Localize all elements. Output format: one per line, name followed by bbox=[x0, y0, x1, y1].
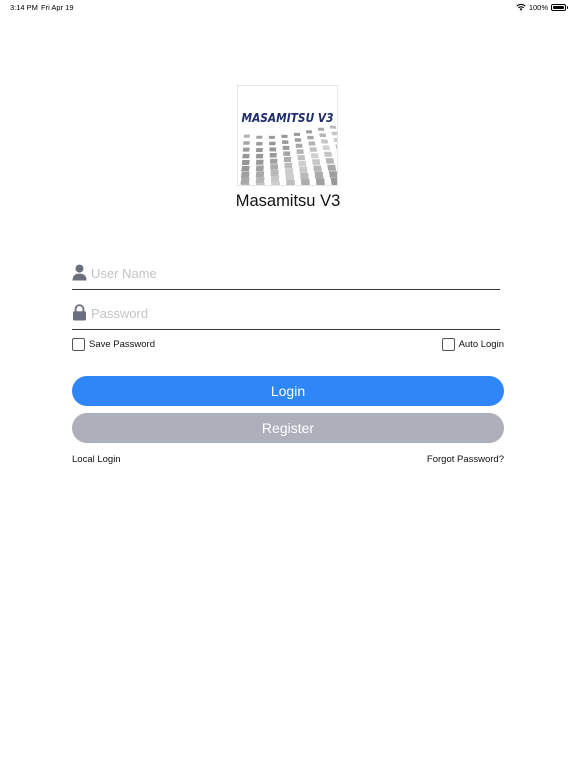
lock-icon bbox=[73, 304, 86, 321]
logo-wave-tile bbox=[298, 160, 307, 167]
logo-wave-tile bbox=[335, 144, 337, 149]
logo-wave-tile bbox=[283, 157, 292, 162]
logo-wave-tile bbox=[322, 145, 331, 150]
logo-graphic: MASAMITSU V3 bbox=[240, 111, 337, 185]
logo-wave-tile bbox=[243, 141, 250, 145]
status-bar: 3:14 PM Fri Apr 19 100% bbox=[0, 0, 576, 14]
logo-wave-tile bbox=[333, 138, 337, 142]
logo-wave-tile bbox=[242, 153, 250, 159]
battery-icon bbox=[551, 3, 568, 11]
logo-wave-tile bbox=[255, 153, 264, 159]
logo-wave-tile bbox=[329, 125, 337, 129]
logo-wave-tile bbox=[300, 179, 310, 185]
logo-wave-tile bbox=[269, 153, 277, 158]
logo-wave-tile bbox=[319, 133, 327, 137]
forgot-password-link[interactable]: Forgot Password? bbox=[427, 454, 504, 465]
logo-wave-tile bbox=[268, 135, 275, 139]
logo-wave-tile bbox=[307, 135, 314, 140]
login-button[interactable]: Login bbox=[72, 376, 504, 406]
logo-wave-tile bbox=[296, 149, 304, 154]
username-field bbox=[72, 259, 500, 290]
auto-login-checkbox[interactable] bbox=[441, 338, 455, 351]
logo-wave-tile bbox=[294, 138, 302, 142]
logo-wave-tile bbox=[282, 140, 289, 144]
logo-wave-tile bbox=[327, 164, 337, 171]
username-input[interactable] bbox=[91, 263, 491, 283]
logo-wave-tile bbox=[300, 172, 309, 180]
logo-wave-tile bbox=[285, 174, 294, 181]
logo-wave-tile bbox=[270, 170, 279, 176]
logo-wave-tile bbox=[330, 178, 337, 185]
status-indicators: 100% bbox=[516, 2, 568, 12]
local-login-link[interactable]: Local Login bbox=[72, 454, 121, 465]
logo-wave-tile bbox=[297, 155, 305, 161]
logo-wave-tile bbox=[255, 148, 263, 152]
logo-wave-tile bbox=[313, 165, 322, 172]
logo-wave-tile bbox=[240, 177, 250, 185]
logo-wave-tile bbox=[328, 171, 337, 178]
wifi-icon bbox=[516, 4, 526, 11]
logo-wave-tile bbox=[284, 162, 293, 169]
app-name: Masamitsu V3 bbox=[235, 192, 341, 210]
logo-wave-tile bbox=[256, 142, 263, 146]
logo-wave-tile bbox=[269, 141, 276, 146]
logo-wave-pattern bbox=[240, 125, 337, 185]
logo-wave-tile bbox=[314, 171, 324, 179]
battery-percent: 100% bbox=[528, 2, 548, 12]
password-input[interactable] bbox=[91, 303, 491, 323]
logo-wave-tile bbox=[309, 147, 317, 152]
logo-wave-tile bbox=[241, 166, 250, 172]
logo-wave-tile bbox=[256, 135, 263, 139]
logo-wave-tile bbox=[315, 178, 325, 185]
logo-wave-tile bbox=[310, 153, 319, 159]
status-date: Fri Apr 19 bbox=[41, 3, 74, 12]
logo-wave-tile bbox=[255, 177, 265, 184]
logo-wave-tile bbox=[255, 165, 264, 171]
logo-wave-tile bbox=[312, 159, 321, 165]
logo-wave-tile bbox=[285, 168, 293, 175]
logo-wave-tile bbox=[299, 166, 308, 173]
auto-login-label: Auto Login bbox=[458, 339, 504, 350]
app-logo: MASAMITSU V3 bbox=[237, 85, 338, 186]
logo-wave-tile bbox=[308, 141, 316, 146]
auto-login-option[interactable]: Auto Login bbox=[441, 337, 504, 352]
save-password-option[interactable]: Save Password bbox=[72, 337, 155, 352]
logo-wave-tile bbox=[242, 147, 250, 152]
logo-wave-tile bbox=[255, 171, 265, 178]
password-field bbox=[72, 299, 500, 330]
logo-wave-tile bbox=[255, 182, 265, 185]
logo-wave-tile bbox=[305, 130, 313, 134]
logo-wave-tile bbox=[281, 134, 288, 138]
logo-text: MASAMITSU V3 bbox=[242, 111, 334, 125]
logo-wave-tile bbox=[269, 147, 277, 152]
logo-wave-tile bbox=[270, 175, 280, 183]
logo-wave-tile bbox=[240, 171, 250, 178]
logo-wave-tile bbox=[324, 151, 333, 157]
logo-wave-tile bbox=[283, 151, 291, 156]
logo-wave-tile bbox=[255, 159, 264, 165]
logo-wave-tile bbox=[325, 158, 335, 164]
logo-wave-tile bbox=[241, 160, 250, 165]
logo-wave-tile bbox=[295, 143, 303, 148]
logo-wave-tile bbox=[270, 164, 279, 170]
logo-wave-tile bbox=[282, 145, 290, 150]
battery-fill bbox=[553, 5, 564, 9]
logo-wave-tile bbox=[286, 180, 295, 185]
status-time: 3:14 PM bbox=[10, 3, 38, 12]
logo-wave-tile bbox=[271, 181, 280, 185]
logo-wave-tile bbox=[243, 134, 251, 138]
login-screen: 3:14 PM Fri Apr 19 100% MASAMITSU V3 Mas… bbox=[0, 0, 576, 768]
logo-wave-tile bbox=[240, 183, 250, 185]
save-password-checkbox[interactable] bbox=[72, 338, 85, 351]
logo-wave-tile bbox=[317, 127, 325, 131]
logo-wave-tile bbox=[331, 131, 337, 136]
person-icon bbox=[72, 264, 87, 281]
logo-wave-tile bbox=[320, 139, 329, 144]
save-password-label: Save Password bbox=[89, 339, 156, 350]
register-button[interactable]: Register bbox=[72, 413, 504, 443]
logo-wave-tile bbox=[269, 158, 278, 164]
logo-wave-tile bbox=[293, 132, 301, 136]
